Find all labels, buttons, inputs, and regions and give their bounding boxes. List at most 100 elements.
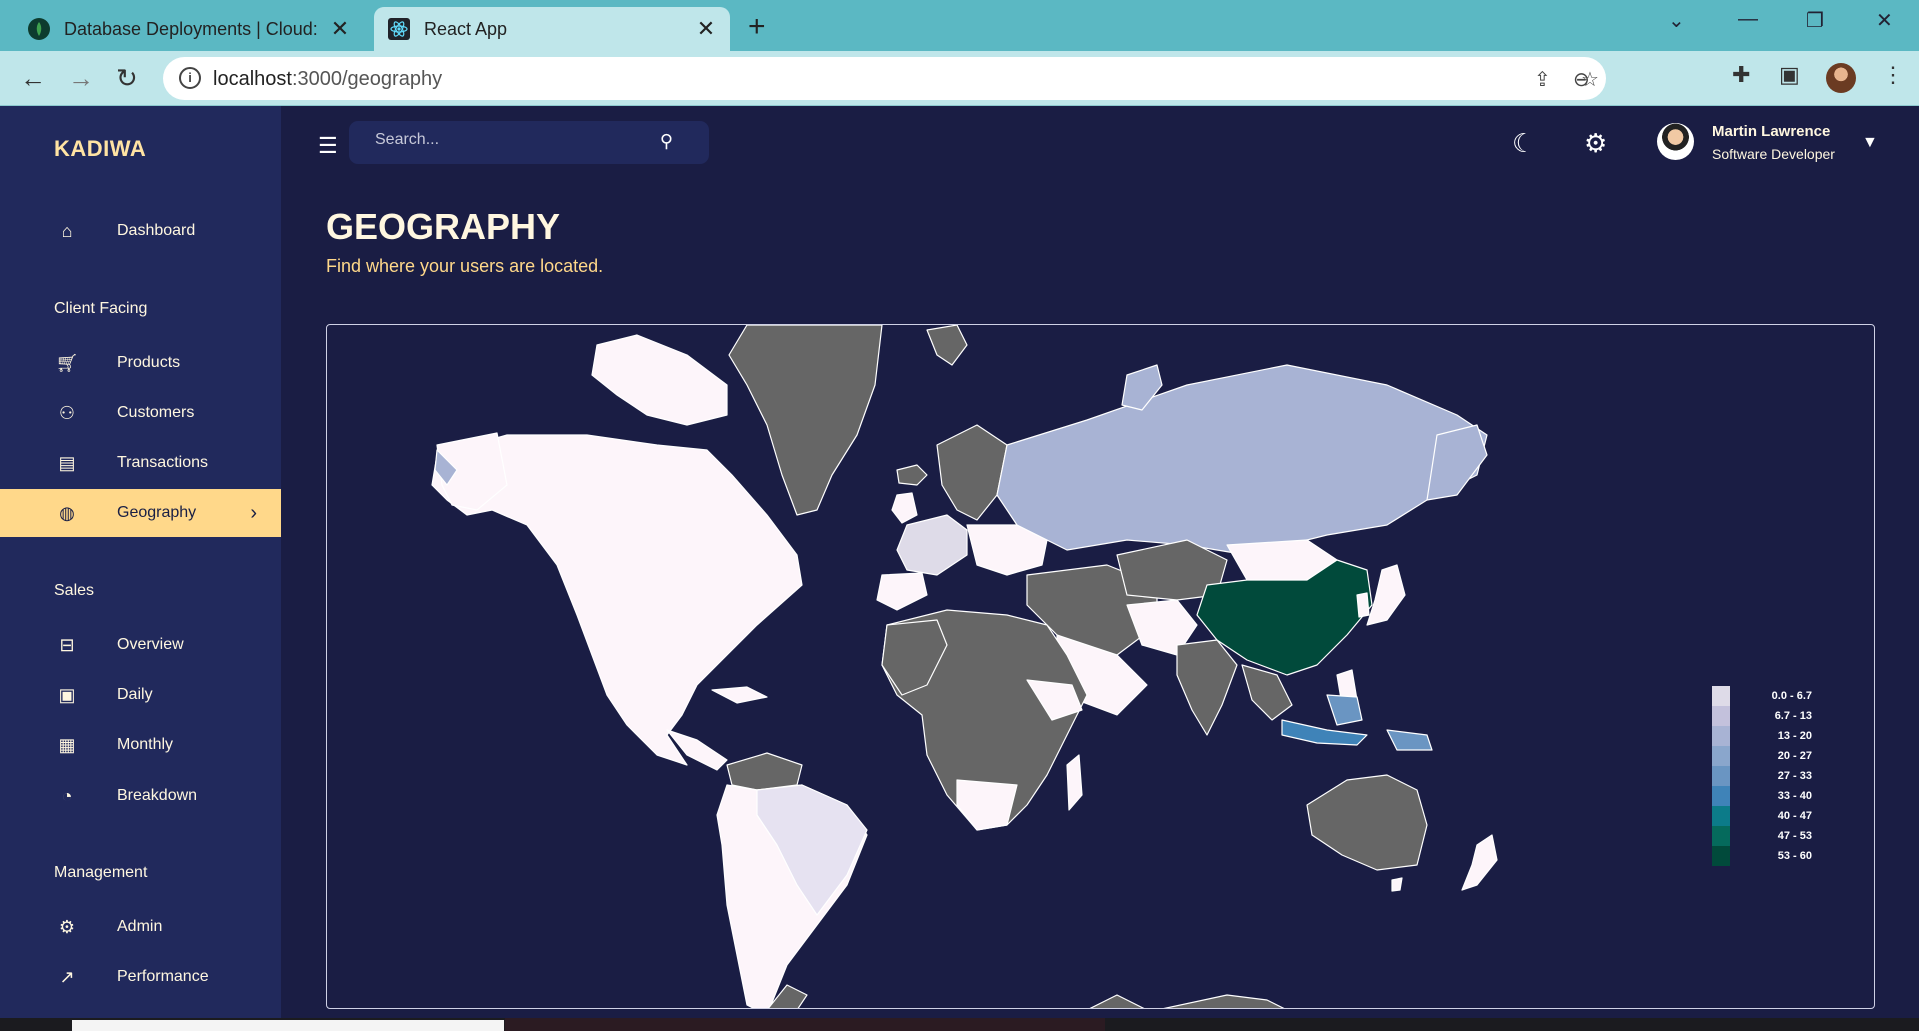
user-name[interactable]: Martin Lawrence [1712, 123, 1830, 140]
legend-label: 0.0 - 6.7 [1771, 690, 1812, 702]
receipt-icon: ▤ [58, 452, 76, 473]
sidebar-item-breakdown[interactable]: ◔ Breakdown [0, 772, 281, 820]
point-of-sale-icon: ⊟ [59, 634, 75, 655]
globe-icon: ◍ [59, 502, 75, 523]
browser-menu-icon[interactable]: ⋮ [1882, 62, 1904, 88]
map-legend: 0.0 - 6.7 6.7 - 13 13 - 20 20 - 27 27 - … [1712, 686, 1838, 866]
back-arrow-icon[interactable]: ← [20, 63, 46, 94]
react-logo-icon [388, 18, 410, 40]
sidebar-item-admin[interactable]: ⚙︎ Admin [0, 903, 281, 951]
sidebar-item-transactions[interactable]: ▤ Transactions [0, 439, 281, 487]
browser-tab-strip: Database Deployments | Cloud: M ✕ React … [0, 0, 1919, 51]
extensions-puzzle-icon[interactable]: ✚ [1732, 62, 1750, 88]
avatar[interactable] [1657, 123, 1694, 160]
sidebar-item-products[interactable]: 🛒︎ Products [0, 339, 281, 387]
page-title: GEOGRAPHY [326, 206, 561, 247]
legend-swatch [1712, 746, 1730, 766]
legend-swatch [1712, 766, 1730, 786]
sidebar-item-label: Breakdown [117, 787, 198, 804]
region-scandinavia [936, 424, 1008, 521]
taskbar-search-box[interactable] [72, 1020, 504, 1031]
legend-swatch [1712, 686, 1730, 706]
country-uk [891, 492, 918, 524]
country-russia [996, 364, 1488, 556]
legend-swatch [1712, 806, 1730, 826]
sidebar-item-label: Transactions [117, 454, 208, 471]
minimize-icon[interactable]: — [1738, 8, 1758, 31]
country-borneo [1326, 694, 1363, 726]
sidebar-item-performance[interactable]: ↗ Performance [0, 953, 281, 1001]
country-greenland [728, 325, 883, 516]
sidebar-section-sales: Sales [54, 582, 95, 599]
sidebar-item-overview[interactable]: ⊟ Overview [0, 621, 281, 669]
share-icon[interactable]: ⇪ [1534, 67, 1551, 92]
close-tab-icon[interactable]: ✕ [690, 16, 722, 42]
settings-gear-icon[interactable]: ⚙ [1584, 128, 1607, 159]
browser-tab-mongodb[interactable]: Database Deployments | Cloud: M ✕ [14, 7, 364, 51]
menu-hamburger-icon[interactable]: ☰ [318, 133, 338, 159]
legend-swatch [1712, 706, 1730, 726]
new-tab-icon[interactable]: + [748, 10, 766, 44]
sidebar-item-label: Overview [117, 636, 184, 653]
address-bar[interactable]: i localhost:3000/geography ⊖ ⇪ ☆ [163, 57, 1606, 100]
dark-mode-moon-icon[interactable]: ☾ [1512, 128, 1535, 159]
region-caribbean [711, 686, 768, 704]
sidebar-item-geography[interactable]: ◍ Geography › [0, 489, 281, 537]
sidebar-item-customers[interactable]: ⚇ Customers [0, 389, 281, 437]
sidebar-item-label: Admin [117, 918, 163, 935]
sidebar-item-daily[interactable]: ▣ Daily [0, 671, 281, 719]
shopping-cart-icon: 🛒︎ [55, 352, 79, 373]
legend-row: 6.7 - 13 [1712, 706, 1838, 726]
region-antarctica-2 [1089, 994, 1145, 1008]
url-text[interactable]: localhost:3000/geography [213, 68, 442, 91]
sidebar-item-label: Products [117, 354, 181, 371]
geography-map[interactable]: 0.0 - 6.7 6.7 - 13 13 - 20 20 - 27 27 - … [326, 324, 1875, 1009]
groups-icon: ⚇ [58, 402, 76, 423]
region-arctic-islands [591, 334, 728, 426]
country-japan [1366, 564, 1406, 626]
brand-logo-text[interactable]: KADIWA [54, 136, 146, 162]
search-icon[interactable]: ⚲ [660, 131, 673, 152]
tab-search-chevron-icon[interactable]: ⌄ [1668, 8, 1685, 33]
country-australia [1306, 774, 1428, 871]
browser-profile-avatar[interactable] [1826, 63, 1856, 93]
country-india [1176, 639, 1238, 736]
country-madagascar [1066, 754, 1083, 811]
forward-arrow-icon[interactable]: → [68, 63, 94, 94]
country-iceland [896, 464, 928, 486]
restore-icon[interactable]: ❐ [1806, 8, 1824, 33]
sidebar-item-label: Geography [117, 504, 197, 521]
search-bar: ⚲ [349, 121, 709, 164]
browser-tab-react-app[interactable]: React App ✕ [374, 7, 730, 51]
world-choropleth[interactable] [327, 325, 1875, 1009]
admin-icon: ⚙︎ [58, 916, 76, 937]
sidebar-item-label: Monthly [117, 736, 174, 753]
legend-label: 27 - 33 [1777, 770, 1812, 782]
sidebar-section-management: Management [54, 864, 148, 881]
region-western-europe [896, 514, 968, 576]
legend-label: 33 - 40 [1777, 790, 1812, 802]
search-input[interactable] [375, 131, 635, 149]
region-northern-south-america [726, 752, 803, 791]
bookmark-star-icon[interactable]: ☆ [1581, 67, 1599, 92]
sidebar-item-dashboard[interactable]: ⌂ Dashboard [0, 207, 281, 255]
side-panel-icon[interactable]: ▣ [1779, 62, 1800, 88]
os-taskbar [0, 1018, 1919, 1031]
sidebar-section-client-facing: Client Facing [54, 300, 148, 317]
country-iberia [876, 572, 928, 611]
country-svalbard [926, 325, 968, 366]
close-window-icon[interactable]: ✕ [1876, 8, 1893, 33]
legend-row: 40 - 47 [1712, 806, 1838, 826]
sidebar-item-monthly[interactable]: ▦ Monthly [0, 721, 281, 769]
site-info-icon[interactable]: i [179, 67, 201, 89]
calendar-month-icon: ▦ [58, 734, 76, 755]
dropdown-arrow-icon[interactable]: ▼ [1862, 134, 1878, 152]
tab-title: Database Deployments | Cloud: M [64, 18, 324, 39]
reload-icon[interactable]: ↻ [116, 63, 138, 94]
legend-row: 33 - 40 [1712, 786, 1838, 806]
close-tab-icon[interactable]: ✕ [324, 16, 356, 42]
legend-row: 20 - 27 [1712, 746, 1838, 766]
sidebar: KADIWA ⌂ Dashboard Client Facing 🛒︎ Prod… [0, 106, 281, 1031]
legend-label: 6.7 - 13 [1774, 710, 1812, 722]
legend-row: 47 - 53 [1712, 826, 1838, 846]
